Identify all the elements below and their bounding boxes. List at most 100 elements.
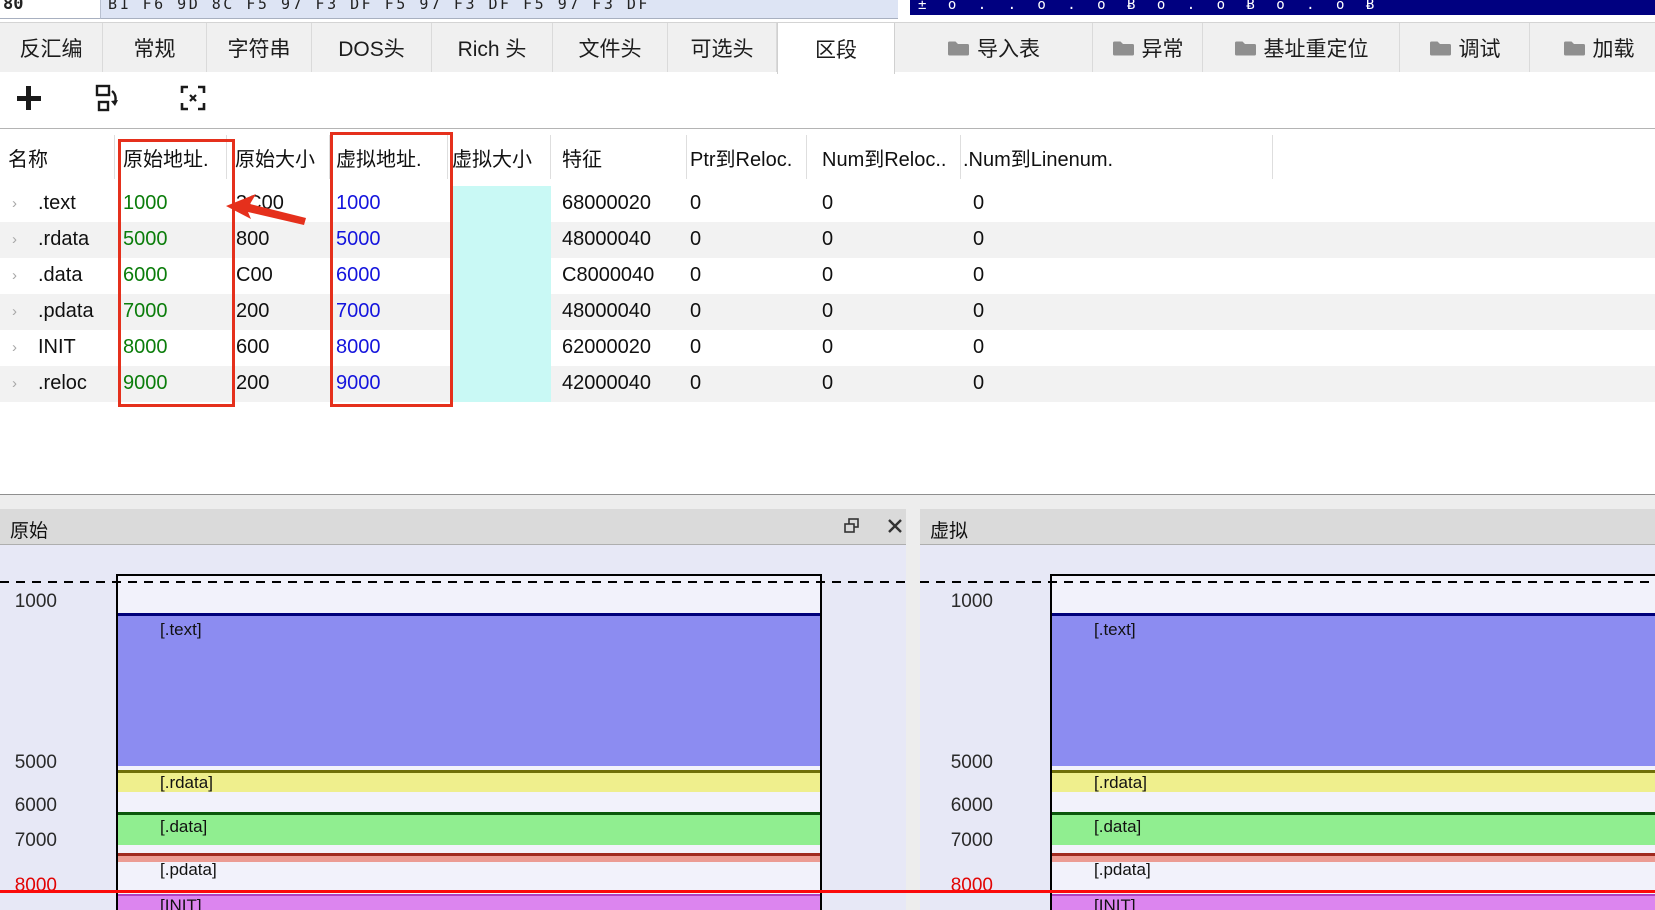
tab-可选头[interactable]: 可选头 <box>668 23 777 72</box>
column-header-0[interactable]: 名称 <box>8 143 48 172</box>
cell-.pdata-num_to_linenum[interactable]: 0 <box>973 300 984 323</box>
close-panel-icon[interactable] <box>886 517 904 535</box>
cell-.reloc-raw_addr[interactable]: 9000 <box>123 372 168 395</box>
tab-基址重定位[interactable]: 基址重定位 <box>1203 23 1400 72</box>
float-panel-icon[interactable] <box>843 517 861 535</box>
cell-INIT-ptr_to_reloc[interactable]: 0 <box>690 336 701 359</box>
cell-INIT-virt_addr[interactable]: 8000 <box>336 336 381 359</box>
cell-.pdata-characteristics[interactable]: 48000040 <box>562 300 651 323</box>
cell-INIT-raw_size[interactable]: 600 <box>236 336 269 359</box>
virtual-section-band-[INIT][interactable] <box>1052 896 1655 910</box>
cell-.text-name[interactable]: .text <box>38 192 76 215</box>
column-header-1[interactable]: 原始地址. <box>123 143 209 172</box>
raw-section-band-[.text][interactable] <box>118 616 820 766</box>
cell-.pdata-name[interactable]: .pdata <box>38 300 94 323</box>
tab-加载[interactable]: 加载 <box>1530 23 1655 72</box>
tab-文件头[interactable]: 文件头 <box>553 23 668 72</box>
cell-.reloc-virt_addr[interactable]: 9000 <box>336 372 381 395</box>
raw-panel-titlebar[interactable]: 原始 <box>0 509 906 545</box>
tab-Rich 头[interactable]: Rich 头 <box>432 23 553 72</box>
add-section-button[interactable] <box>15 84 43 112</box>
cell-.rdata-ptr_to_reloc[interactable]: 0 <box>690 228 701 251</box>
cell-INIT-num_to_linenum[interactable]: 0 <box>973 336 984 359</box>
table-row-INIT[interactable]: ›INIT8000600800053462000020000 <box>0 330 1655 366</box>
virtual-section-band-[.data][interactable] <box>1052 815 1655 845</box>
column-header-7[interactable]: Num到Reloc.. <box>822 143 946 172</box>
column-header-3[interactable]: 虚拟地址. <box>336 143 422 172</box>
cell-INIT-characteristics[interactable]: 62000020 <box>562 336 651 359</box>
table-row-.text[interactable]: ›.text10003C0010003B8568000020000 <box>0 186 1655 222</box>
tab-反汇编[interactable]: 反汇编 <box>0 23 103 72</box>
column-header-5[interactable]: 特征 <box>562 143 602 172</box>
tab-异常[interactable]: 异常 <box>1093 23 1203 72</box>
cell-.data-num_to_reloc[interactable]: 0 <box>822 264 833 287</box>
row-expander-icon[interactable]: › <box>12 195 17 212</box>
panel-splitter[interactable] <box>906 495 920 910</box>
tab-调试[interactable]: 调试 <box>1400 23 1530 72</box>
cell-.pdata-num_to_reloc[interactable]: 0 <box>822 300 833 323</box>
cell-.reloc-characteristics[interactable]: 42000040 <box>562 372 651 395</box>
cell-.data-name[interactable]: .data <box>38 264 82 287</box>
cell-.text-virt_addr[interactable]: 1000 <box>336 192 381 215</box>
hex-bytes-row[interactable]: B1 F6 9D 8C F5 97 F3 DF F5 97 F3 DF F5 9… <box>100 0 898 19</box>
cell-.rdata-characteristics[interactable]: 48000040 <box>562 228 651 251</box>
cell-.reloc-num_to_reloc[interactable]: 0 <box>822 372 833 395</box>
cell-.text-num_to_linenum[interactable]: 0 <box>973 192 984 215</box>
row-expander-icon[interactable]: › <box>12 375 17 392</box>
raw-section-band-[.rdata][interactable] <box>118 773 820 792</box>
row-expander-icon[interactable]: › <box>12 303 17 320</box>
tab-DOS头[interactable]: DOS头 <box>312 23 432 72</box>
table-row-.reloc[interactable]: ›.reloc900020090001442000040000 <box>0 366 1655 402</box>
column-header-6[interactable]: Ptr到Reloc. <box>690 143 792 172</box>
cell-.text-characteristics[interactable]: 68000020 <box>562 192 651 215</box>
tab-导入表[interactable]: 导入表 <box>895 23 1093 72</box>
tab-区段[interactable]: 区段 <box>777 23 895 74</box>
cell-.reloc-name[interactable]: .reloc <box>38 372 87 395</box>
cell-.rdata-raw_addr[interactable]: 5000 <box>123 228 168 251</box>
cell-INIT-num_to_reloc[interactable]: 0 <box>822 336 833 359</box>
row-expander-icon[interactable]: › <box>12 267 17 284</box>
cell-.data-num_to_linenum[interactable]: 0 <box>973 264 984 287</box>
cell-.pdata-ptr_to_reloc[interactable]: 0 <box>690 300 701 323</box>
cell-.rdata-raw_size[interactable]: 800 <box>236 228 269 251</box>
virtual-section-band-[.text][interactable] <box>1052 616 1655 766</box>
table-row-.pdata[interactable]: ›.pdata700020070001D448000040000 <box>0 294 1655 330</box>
cell-.text-raw_size[interactable]: 3C00 <box>236 192 284 215</box>
cell-.data-virt_addr[interactable]: 6000 <box>336 264 381 287</box>
cell-.rdata-virt_addr[interactable]: 5000 <box>336 228 381 251</box>
cell-.data-ptr_to_reloc[interactable]: 0 <box>690 264 701 287</box>
hex-ansi-selected-row[interactable]: ± o . . o . o Ƀ o . o Ƀ o . o Ƀ <box>910 0 1655 15</box>
raw-section-band-[.data][interactable] <box>118 815 820 845</box>
column-header-2[interactable]: 原始大小 <box>235 143 315 172</box>
cell-INIT-name[interactable]: INIT <box>38 336 76 359</box>
cell-.rdata-num_to_reloc[interactable]: 0 <box>822 228 833 251</box>
column-header-4[interactable]: 虚拟大小 <box>452 143 532 172</box>
virtual-panel-titlebar[interactable]: 虚拟 <box>920 509 1655 545</box>
cell-.text-raw_addr[interactable]: 1000 <box>123 192 168 215</box>
cell-.pdata-raw_addr[interactable]: 7000 <box>123 300 168 323</box>
cell-.reloc-num_to_linenum[interactable]: 0 <box>973 372 984 395</box>
cell-.pdata-virt_addr[interactable]: 7000 <box>336 300 381 323</box>
tab-常规[interactable]: 常规 <box>103 23 207 72</box>
tab-字符串[interactable]: 字符串 <box>207 23 312 72</box>
cell-.data-characteristics[interactable]: C8000040 <box>562 264 654 287</box>
cell-.reloc-ptr_to_reloc[interactable]: 0 <box>690 372 701 395</box>
cell-INIT-raw_addr[interactable]: 8000 <box>123 336 168 359</box>
cell-.pdata-raw_size[interactable]: 200 <box>236 300 269 323</box>
compare-sections-button[interactable] <box>95 84 123 112</box>
raw-section-band-[INIT][interactable] <box>118 896 820 910</box>
row-expander-icon[interactable]: › <box>12 231 17 248</box>
cell-.rdata-num_to_linenum[interactable]: 0 <box>973 228 984 251</box>
table-row-.data[interactable]: ›.data6000C006000BB8C8000040000 <box>0 258 1655 294</box>
column-header-8[interactable]: .Num到Linenum. <box>963 143 1113 172</box>
cell-.rdata-name[interactable]: .rdata <box>38 228 89 251</box>
cell-.text-ptr_to_reloc[interactable]: 0 <box>690 192 701 215</box>
raw-section-band-[.pdata][interactable] <box>118 856 820 862</box>
fit-view-button[interactable] <box>179 84 207 112</box>
row-expander-icon[interactable]: › <box>12 339 17 356</box>
cell-.text-num_to_reloc[interactable]: 0 <box>822 192 833 215</box>
cell-.data-raw_size[interactable]: C00 <box>236 264 273 287</box>
cell-.data-raw_addr[interactable]: 6000 <box>123 264 168 287</box>
cell-.reloc-raw_size[interactable]: 200 <box>236 372 269 395</box>
table-row-.rdata[interactable]: ›.rdata500080050006B048000040000 <box>0 222 1655 258</box>
